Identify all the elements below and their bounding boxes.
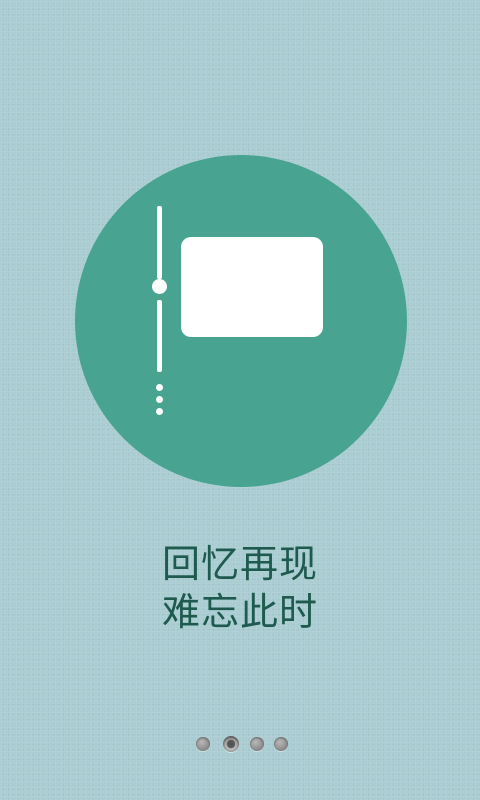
hero-illustration [75,155,407,487]
timeline-dot-icon [156,408,163,415]
headline-line-1: 回忆再现 [161,542,318,586]
page-dot-1[interactable] [196,737,210,751]
timeline-node-icon [152,279,167,294]
page-indicator [0,736,480,754]
timeline-line-top [157,206,162,279]
timeline-dot-icon [156,396,163,403]
timeline-dot-icon [156,384,163,391]
timeline-line-bottom [157,300,162,372]
onboarding-screen[interactable]: 回忆再现 难忘此时 [0,0,480,800]
photo-card-icon [181,237,323,337]
headline-line-2: 难忘此时 [161,590,318,634]
page-dot-3[interactable] [250,737,264,751]
page-dot-4[interactable] [274,737,288,751]
headline: 回忆再现 难忘此时 [0,540,480,636]
page-dot-2-active[interactable] [223,736,239,752]
